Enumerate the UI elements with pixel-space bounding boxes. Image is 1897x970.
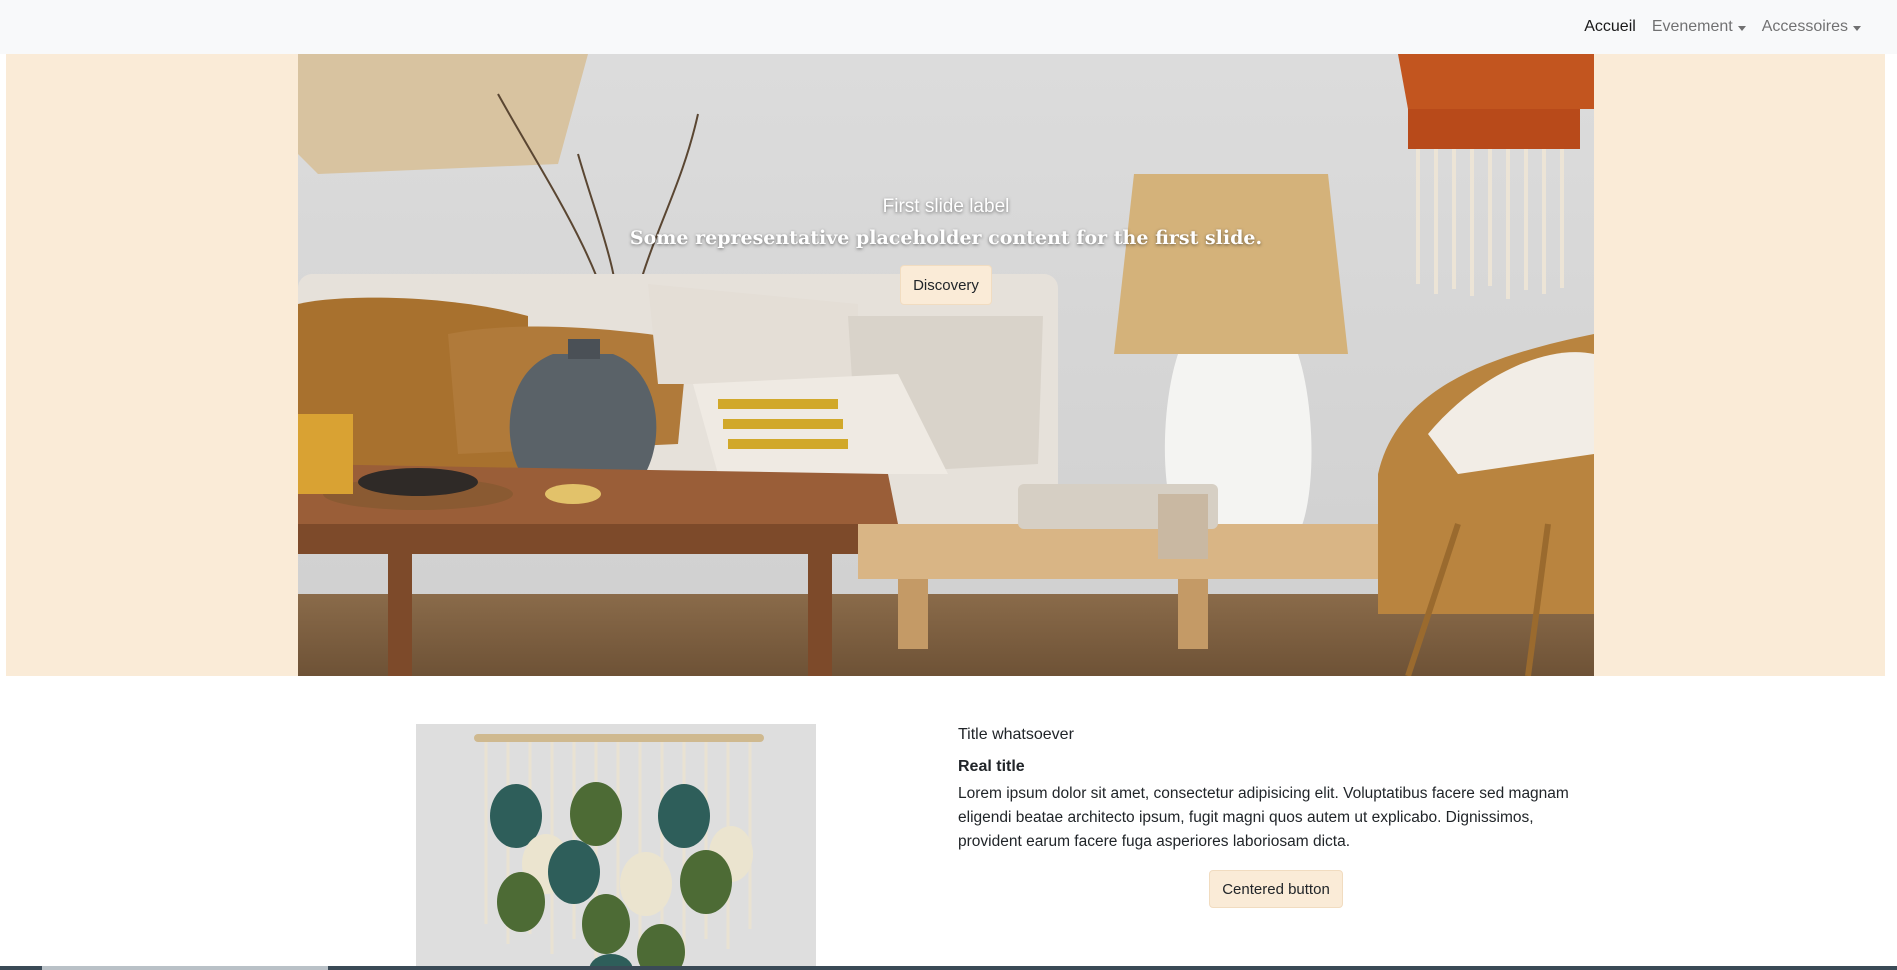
- centered-button[interactable]: Centered button: [1209, 870, 1343, 908]
- carousel-caption: First slide label Some representative pl…: [298, 196, 1594, 305]
- feature-eyebrow: Title whatsoever: [958, 726, 1074, 743]
- nav-links: Accueil Evenement Accessoires: [1584, 0, 1861, 54]
- nav-item-evenement-dropdown[interactable]: Evenement: [1652, 18, 1746, 36]
- nav-item-label: Accueil: [1584, 18, 1636, 35]
- nav-item-label: Evenement: [1651, 18, 1733, 35]
- feature-title: Real title: [958, 758, 1025, 775]
- feature-image: [416, 724, 816, 970]
- nav-item-accessoires-dropdown[interactable]: Accessoires: [1762, 18, 1861, 36]
- caret-down-icon: [1737, 25, 1746, 31]
- feature-body: Lorem ipsum dolor sit amet, consectetur …: [958, 785, 1569, 850]
- bottom-edge-bar: [0, 966, 1897, 970]
- feature-button-wrap: Centered button: [958, 870, 1594, 908]
- nav-item-label: Accessoires: [1761, 18, 1848, 35]
- navbar: Accueil Evenement Accessoires: [0, 0, 1897, 54]
- carousel-slide-image: [298, 54, 1594, 676]
- nav-item-accueil[interactable]: Accueil: [1584, 18, 1636, 36]
- carousel-caption-text: Some representative placeholder content …: [629, 227, 1263, 249]
- feature-text: Title whatsoever Real title Lorem ipsum …: [958, 726, 1594, 908]
- bottom-edge-segment: [42, 966, 328, 970]
- caret-down-icon: [1853, 25, 1861, 31]
- carousel-caption-title: First slide label: [882, 196, 1010, 217]
- discovery-button[interactable]: Discovery: [900, 265, 992, 305]
